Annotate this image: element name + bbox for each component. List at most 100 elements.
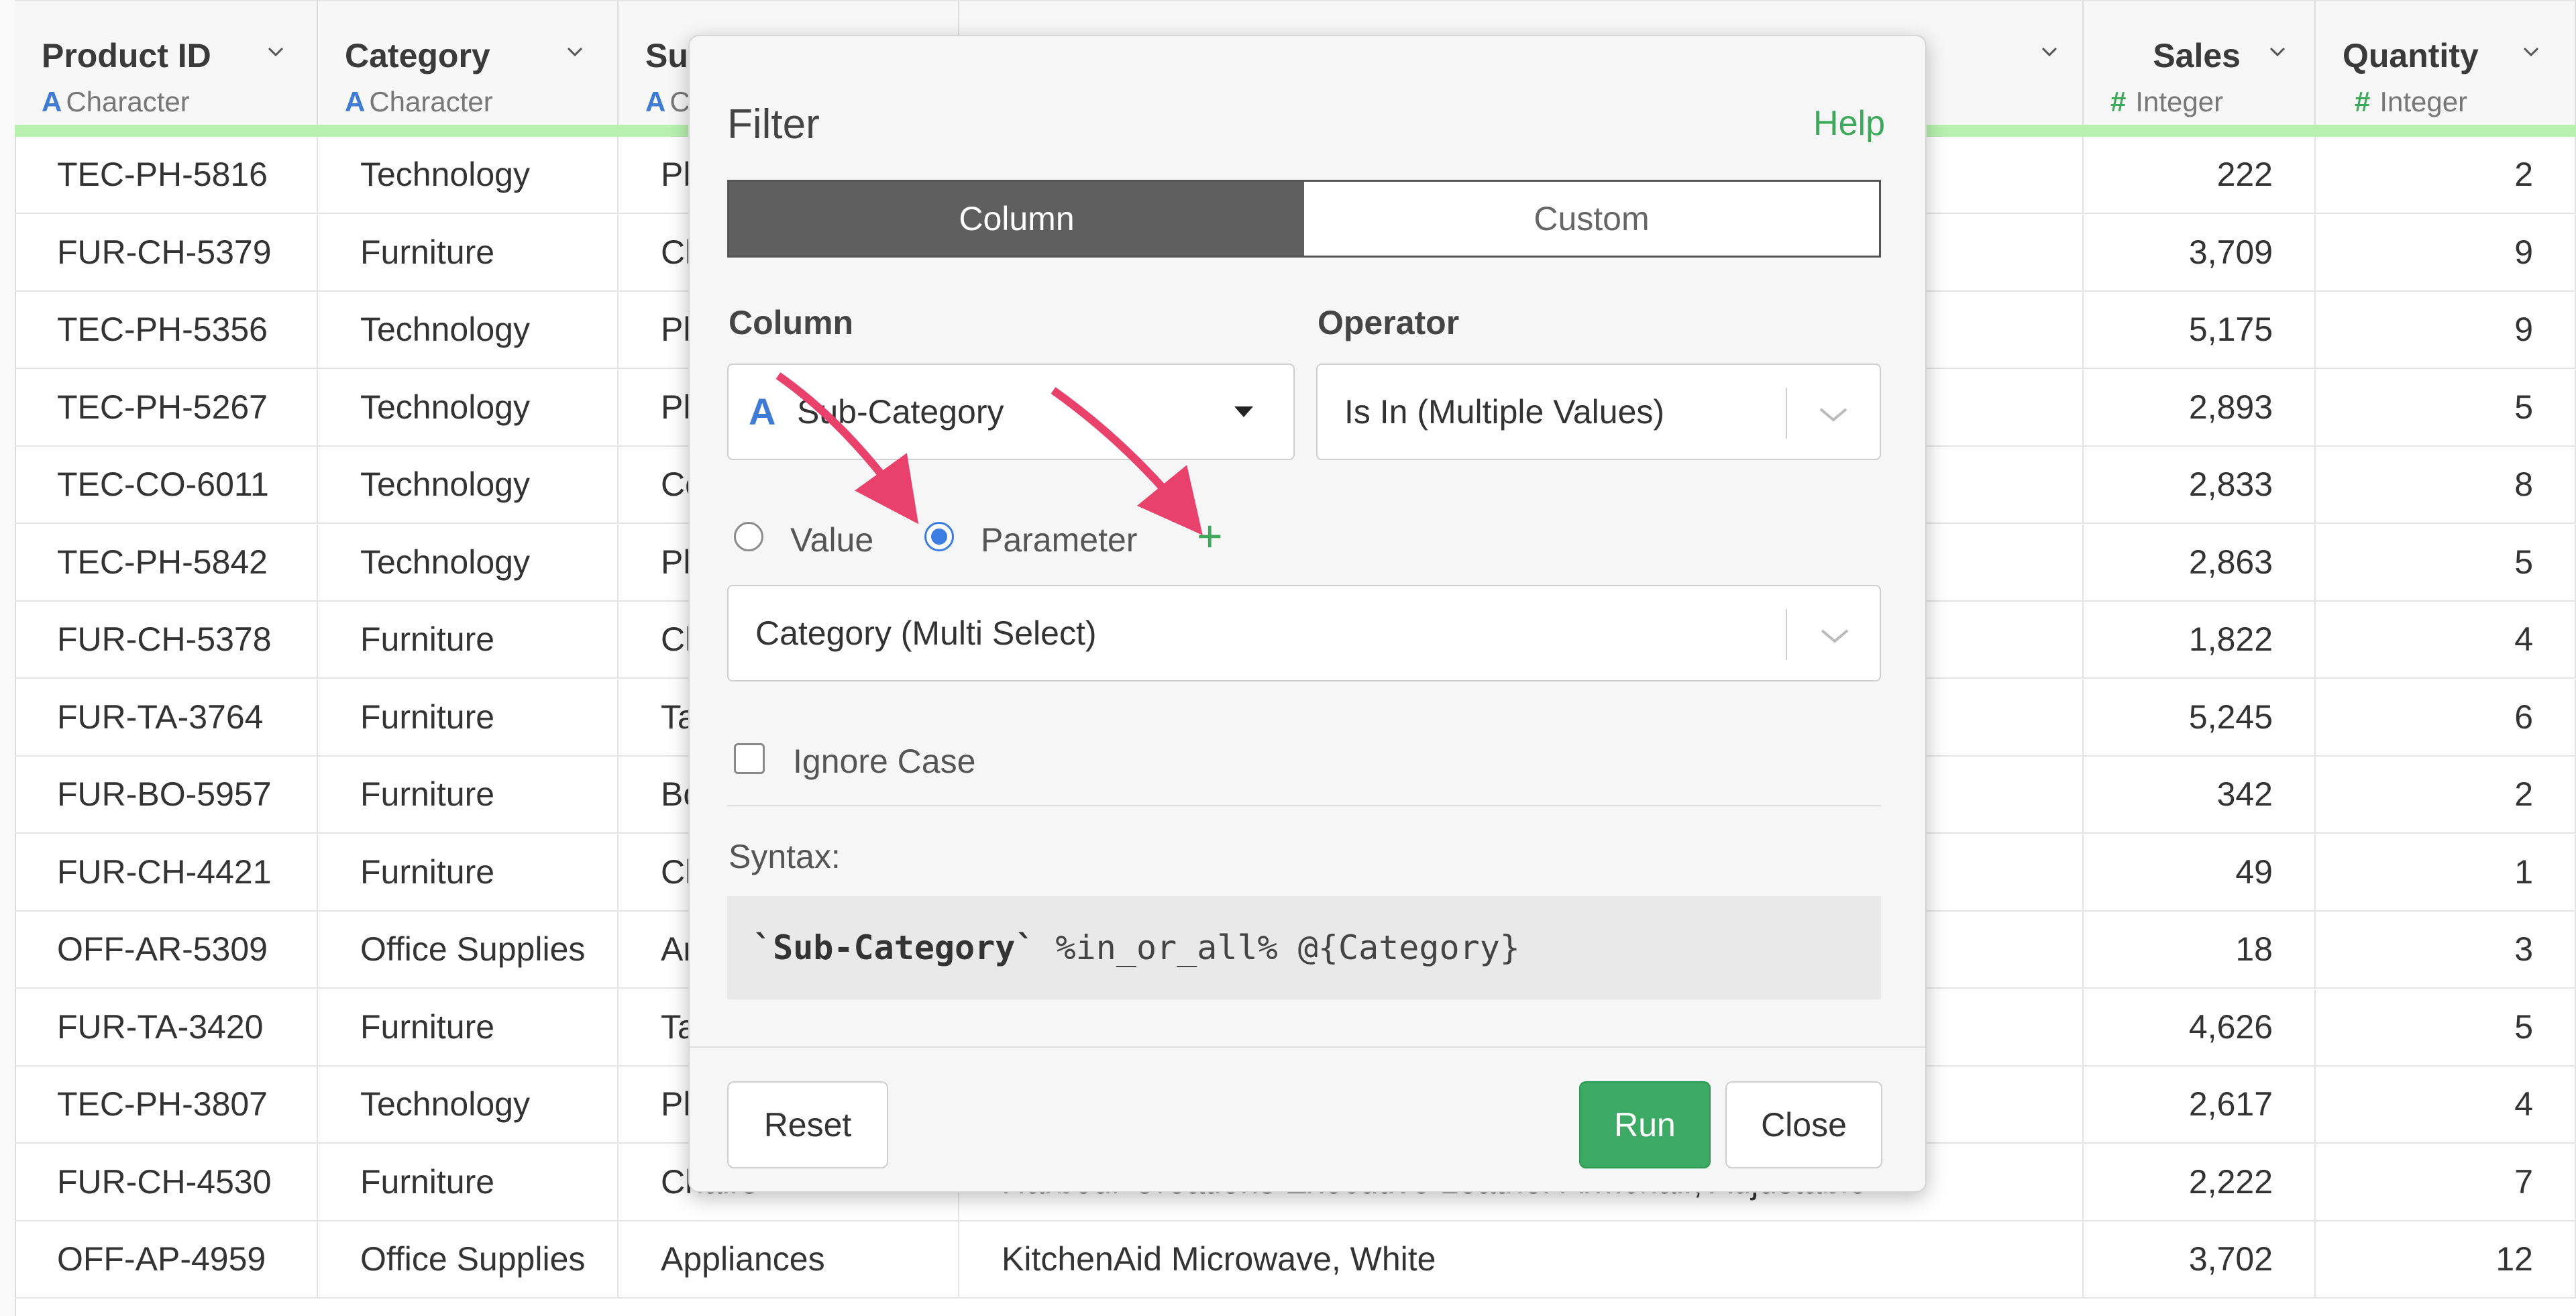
radio-value-label[interactable]: Value — [790, 520, 873, 559]
table-cell[interactable]: FUR-BO-5957 — [15, 757, 318, 832]
table-cell[interactable]: 342 — [2084, 757, 2316, 832]
table-cell[interactable]: 3,702 — [2084, 1221, 2316, 1297]
column-type: A Character — [42, 86, 190, 117]
tab-custom[interactable]: Custom — [1304, 182, 1879, 256]
table-cell[interactable]: FUR-CH-5378 — [15, 602, 318, 677]
table-cell[interactable]: Furniture — [318, 757, 619, 832]
table-cell[interactable]: FUR-CH-4421 — [15, 834, 318, 910]
table-cell[interactable]: Appliances — [619, 1221, 959, 1297]
help-link[interactable]: Help — [1813, 103, 1885, 144]
footer-divider — [690, 1046, 1925, 1048]
table-cell[interactable]: 5,245 — [2084, 679, 2316, 755]
table-cell[interactable]: Furniture — [318, 214, 619, 290]
column-select[interactable]: A Sub-Category — [727, 364, 1295, 460]
table-cell[interactable]: 2,893 — [2084, 369, 2316, 445]
table-row[interactable]: OFF-AP-4959 Office Supplies Appliances Kitc… — [15, 1221, 2576, 1299]
table-cell[interactable]: FUR-CH-4530 — [15, 1144, 318, 1220]
table-cell[interactable]: 2,617 — [2084, 1066, 2316, 1142]
radio-value[interactable] — [734, 522, 763, 551]
ignore-case-label[interactable]: Ignore Case — [793, 742, 975, 781]
table-cell[interactable]: 2,833 — [2084, 447, 2316, 523]
table-cell[interactable]: 2,222 — [2084, 1144, 2316, 1220]
table-cell[interactable]: Furniture — [318, 602, 619, 677]
column-header-quantity[interactable]: Quantity # Integer — [2316, 0, 2576, 126]
radio-parameter[interactable] — [924, 522, 954, 551]
table-cell[interactable]: 222 — [2084, 137, 2316, 213]
table-cell[interactable]: OFF-AP-4959 — [15, 1221, 318, 1297]
table-cell[interactable]: 3 — [2316, 912, 2576, 987]
reset-button[interactable]: Reset — [727, 1081, 888, 1168]
integer-type-icon: # — [2110, 86, 2127, 117]
table-cell[interactable]: Technology — [318, 137, 619, 213]
table-cell[interactable]: 4 — [2316, 1066, 2576, 1142]
table-cell[interactable]: FUR-TA-3420 — [15, 989, 318, 1065]
ignore-case-checkbox[interactable] — [734, 743, 765, 774]
table-cell[interactable]: TEC-CO-6011 — [15, 447, 318, 523]
parameter-select[interactable]: Category (Multi Select) — [727, 585, 1881, 681]
table-cell[interactable]: 5 — [2316, 989, 2576, 1065]
tab-column[interactable]: Column — [729, 182, 1304, 256]
table-cell[interactable]: Furniture — [318, 679, 619, 755]
table-cell[interactable]: OFF-AR-5309 — [15, 912, 318, 987]
table-cell[interactable]: TEC-PH-3807 — [15, 1066, 318, 1142]
table-cell[interactable]: TEC-PH-5816 — [15, 137, 318, 213]
radio-parameter-label[interactable]: Parameter — [981, 520, 1137, 559]
row-gutter — [0, 0, 16, 1316]
table-cell[interactable]: Office Supplies — [318, 912, 619, 987]
table-cell[interactable]: Technology — [318, 292, 619, 368]
column-header-sales[interactable]: Sales # Integer — [2084, 0, 2316, 126]
close-button[interactable]: Close — [1725, 1081, 1882, 1168]
integer-type-icon: # — [2355, 86, 2371, 117]
chevron-down-icon[interactable] — [566, 43, 584, 60]
table-cell[interactable]: Technology — [318, 1066, 619, 1142]
table-cell[interactable]: 2 — [2316, 137, 2576, 213]
parameter-select-value: Category (Multi Select) — [755, 614, 1097, 652]
table-cell[interactable]: 3,709 — [2084, 214, 2316, 290]
table-cell[interactable]: 1 — [2316, 834, 2576, 910]
table-cell[interactable]: FUR-CH-5379 — [15, 214, 318, 290]
table-cell[interactable]: FUR-TA-3764 — [15, 679, 318, 755]
filter-mode-tabs: Column Custom — [727, 180, 1881, 258]
table-cell[interactable]: 8 — [2316, 447, 2576, 523]
table-cell[interactable]: Office Supplies — [318, 1221, 619, 1297]
table-cell[interactable]: Technology — [318, 447, 619, 523]
table-cell[interactable]: 2,863 — [2084, 524, 2316, 600]
table-cell[interactable]: 12 — [2316, 1221, 2576, 1297]
table-cell[interactable]: 18 — [2084, 912, 2316, 987]
character-type-icon: A — [749, 390, 776, 433]
table-cell[interactable]: 6 — [2316, 679, 2576, 755]
table-cell[interactable]: Furniture — [318, 834, 619, 910]
table-cell[interactable]: 5 — [2316, 524, 2576, 600]
character-type-icon: A — [345, 86, 366, 117]
table-cell[interactable]: KitchenAid Microwave, White — [959, 1221, 2084, 1297]
table-cell[interactable]: 5,175 — [2084, 292, 2316, 368]
chevron-down-icon[interactable] — [2522, 43, 2540, 60]
table-cell[interactable]: TEC-PH-5267 — [15, 369, 318, 445]
operator-select[interactable]: Is In (Multiple Values) — [1316, 364, 1881, 460]
table-cell[interactable]: 2 — [2316, 757, 2576, 832]
column-name: Product ID — [42, 37, 211, 74]
table-cell[interactable]: 4 — [2316, 602, 2576, 677]
table-cell[interactable]: Furniture — [318, 1144, 619, 1220]
chevron-down-icon[interactable] — [2041, 43, 2058, 60]
column-header-category[interactable]: Category A Character — [318, 0, 619, 126]
table-cell[interactable]: Technology — [318, 369, 619, 445]
table-cell[interactable]: Furniture — [318, 989, 619, 1065]
column-type: A Character — [345, 86, 493, 117]
table-cell[interactable]: 9 — [2316, 214, 2576, 290]
chevron-down-icon — [1819, 408, 1847, 422]
table-cell[interactable]: 7 — [2316, 1144, 2576, 1220]
table-cell[interactable]: Technology — [318, 524, 619, 600]
chevron-down-icon[interactable] — [2269, 43, 2286, 60]
table-cell[interactable]: 1,822 — [2084, 602, 2316, 677]
add-parameter-icon[interactable]: + — [1197, 514, 1223, 558]
table-cell[interactable]: TEC-PH-5356 — [15, 292, 318, 368]
column-header-product-id[interactable]: Product ID A Character — [15, 0, 318, 126]
table-cell[interactable]: 49 — [2084, 834, 2316, 910]
run-button[interactable]: Run — [1579, 1081, 1711, 1168]
table-cell[interactable]: 9 — [2316, 292, 2576, 368]
chevron-down-icon[interactable] — [267, 43, 284, 60]
table-cell[interactable]: TEC-PH-5842 — [15, 524, 318, 600]
table-cell[interactable]: 4,626 — [2084, 989, 2316, 1065]
table-cell[interactable]: 5 — [2316, 369, 2576, 445]
